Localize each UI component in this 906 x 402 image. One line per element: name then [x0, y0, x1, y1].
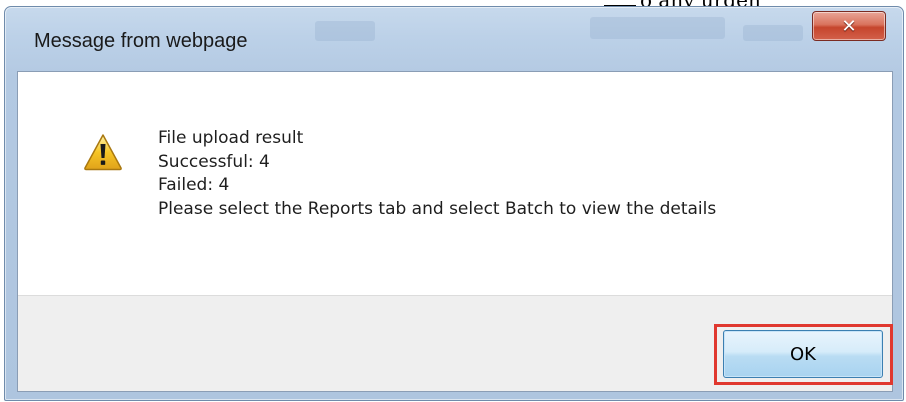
blurred-background-element	[315, 21, 375, 41]
message-dialog: Message from webpage ✕ File upload resul…	[4, 6, 904, 401]
blurred-background-element	[590, 17, 725, 39]
message-line: Please select the Reports tab and select…	[158, 198, 717, 219]
message-line: Successful: 4	[158, 151, 270, 172]
close-icon: ✕	[841, 15, 857, 37]
dialog-content: File upload result Successful: 4 Failed:…	[17, 71, 893, 392]
dialog-message: File upload result Successful: 4 Failed:…	[158, 127, 716, 221]
message-line: File upload result	[158, 128, 304, 148]
close-button[interactable]: ✕	[812, 11, 886, 41]
blurred-background-element	[743, 25, 803, 41]
dialog-titlebar[interactable]: Message from webpage ✕	[5, 7, 903, 69]
dialog-footer: OK	[18, 295, 893, 391]
ok-button[interactable]: OK	[723, 330, 883, 378]
message-line: Failed: 4	[158, 175, 230, 195]
dialog-title: Message from webpage	[34, 30, 248, 52]
warning-icon	[84, 134, 122, 171]
